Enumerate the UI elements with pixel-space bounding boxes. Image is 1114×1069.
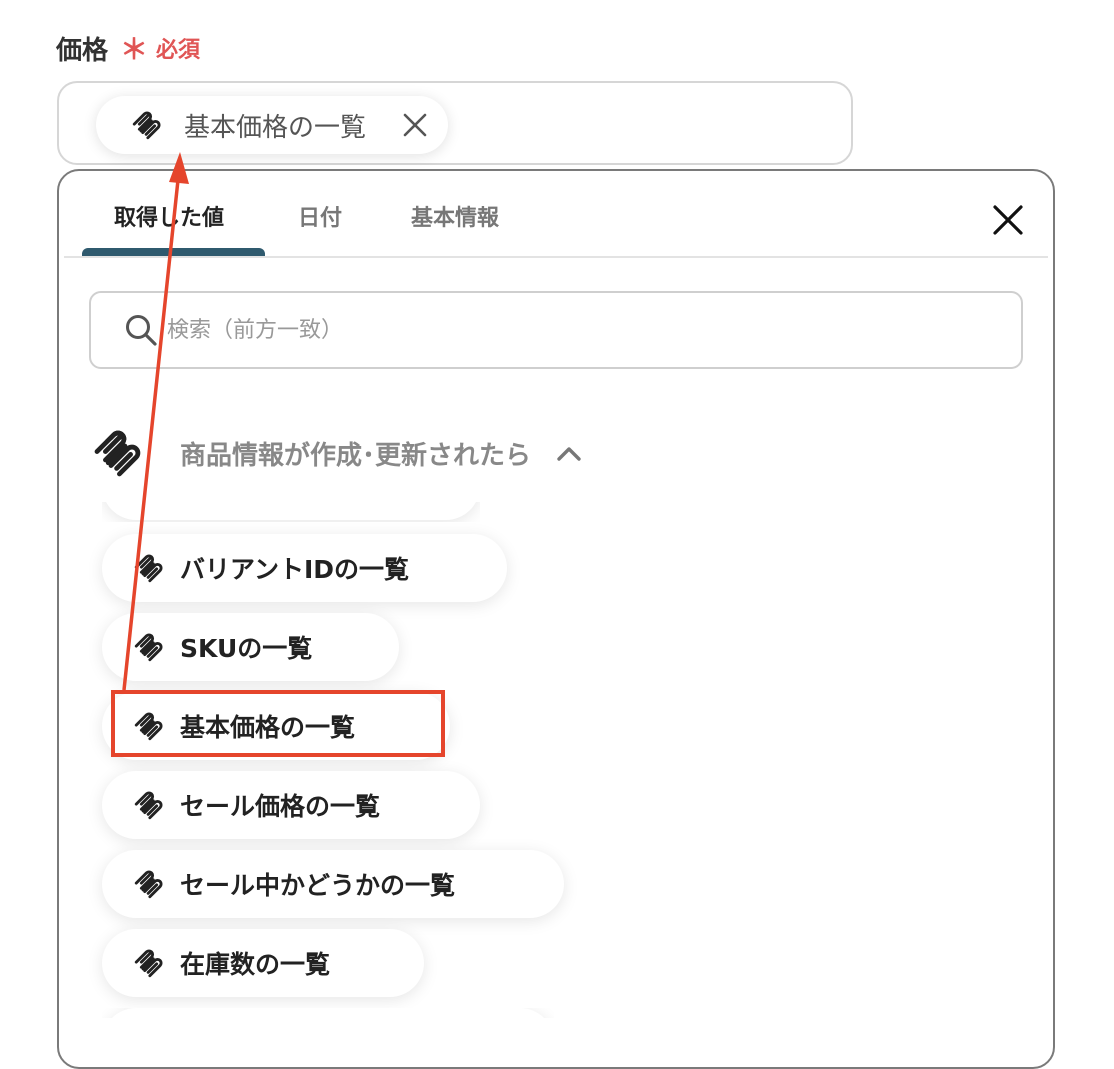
- list-item-on-sale[interactable]: セール中かどうかの一覧: [102, 850, 564, 918]
- section-title: 商品情報が作成･更新されたら: [180, 440, 532, 471]
- chip-remove-icon[interactable]: [402, 112, 428, 138]
- squarespace-logo-icon: [132, 551, 166, 585]
- list-item-label: SKUの一覧: [180, 634, 313, 663]
- squarespace-logo-icon: [90, 425, 146, 481]
- tabs-divider: [64, 256, 1048, 258]
- search-icon: [126, 315, 157, 346]
- section-header-front[interactable]: 商品情報が作成･更新されたら: [90, 425, 583, 481]
- squarespace-logo-icon: [132, 946, 166, 980]
- squarespace-logo-icon: [132, 788, 166, 822]
- search-field[interactable]: [89, 291, 1023, 369]
- squarespace-logo-icon: [130, 108, 164, 142]
- search-input[interactable]: [165, 316, 969, 344]
- list-item-stock[interactable]: 在庫数の一覧: [102, 929, 424, 997]
- list-item-label: バリアントIDの一覧: [180, 555, 410, 584]
- chip-label: 基本価格の一覧: [184, 112, 367, 143]
- list-item-label: 在庫数の一覧: [180, 950, 331, 979]
- squarespace-logo-icon: [132, 867, 166, 901]
- annotation-highlight-box: [111, 690, 445, 757]
- selected-value-chip[interactable]: 基本価格の一覧: [96, 96, 448, 154]
- required-asterisk: ＊: [120, 33, 149, 66]
- tab-date[interactable]: 日付: [298, 200, 342, 232]
- price-field-label: 価格 ＊ 必須: [56, 28, 200, 68]
- squarespace-logo-icon: [132, 630, 166, 664]
- required-text: 必須: [156, 38, 201, 63]
- tab-obtained-values[interactable]: 取得した値: [114, 200, 224, 232]
- active-tab-indicator: [82, 248, 265, 256]
- list-item-variant-id[interactable]: バリアントIDの一覧: [102, 534, 507, 602]
- list-item-sale-price[interactable]: セール価格の一覧: [102, 771, 480, 839]
- field-label-text: 価格: [56, 35, 109, 66]
- list-item-clipped-bottom: [102, 1008, 554, 1018]
- list-item-label: セール価格の一覧: [180, 792, 381, 821]
- list-item-sku[interactable]: SKUの一覧: [102, 613, 399, 681]
- panel-close-icon[interactable]: [990, 202, 1026, 238]
- chevron-up-icon[interactable]: [555, 443, 583, 463]
- tab-basic-info[interactable]: 基本情報: [411, 200, 499, 232]
- list-item-label: セール中かどうかの一覧: [180, 871, 456, 900]
